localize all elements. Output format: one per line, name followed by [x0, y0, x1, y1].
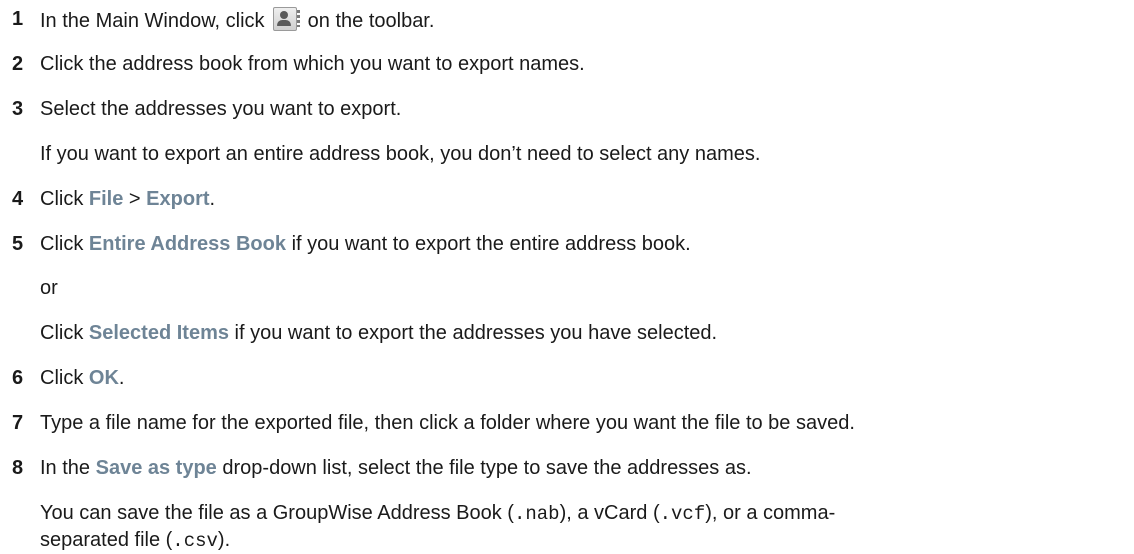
address-book-icon	[272, 7, 301, 31]
step-text: if you want to export the entire address…	[291, 233, 691, 255]
step-text: In the	[40, 457, 91, 479]
file-menu-label: File	[88, 188, 124, 210]
step-text: .	[209, 188, 216, 210]
step-text: on the toolbar.	[307, 10, 435, 32]
note-text: You can save the file as a GroupWise Add…	[40, 502, 514, 524]
step-number: 8	[12, 457, 24, 479]
note-text: ).	[217, 529, 231, 551]
step-text: In the Main Window, click	[40, 10, 265, 32]
note-text: ), or a comma-	[705, 502, 836, 524]
step-text: Type a file name for the exported file, …	[40, 412, 855, 434]
step-text: Click	[40, 233, 84, 255]
step-text: Click	[40, 188, 84, 210]
step-text: Click the address book from which you wa…	[40, 53, 585, 75]
selected-items-label: Selected Items	[88, 322, 229, 344]
step-number: 3	[12, 98, 24, 120]
step-text: if you want to export the addresses you …	[234, 322, 718, 344]
step-text: .	[118, 367, 125, 389]
step-number: 6	[12, 367, 24, 389]
export-menu-label: Export	[146, 188, 210, 210]
entire-address-book-label: Entire Address Book	[88, 233, 286, 255]
save-as-type-label: Save as type	[95, 457, 217, 479]
csv-extension: .csv	[172, 530, 218, 552]
step-number: 1	[12, 8, 24, 30]
step-text: Select the addresses you want to export.	[40, 98, 402, 120]
menu-separator: >	[128, 188, 141, 210]
step-number: 5	[12, 233, 24, 255]
step-note: If you want to export an entire address …	[40, 143, 761, 165]
step-number: 4	[12, 188, 24, 210]
note-text: ), a vCard (	[559, 502, 660, 524]
step-number: 7	[12, 412, 24, 434]
step-number: 2	[12, 53, 24, 75]
nab-extension: .nab	[513, 503, 560, 525]
instructions-document: 1 In the Main Window, click on the toolb…	[0, 0, 1134, 554]
step-text: Click	[40, 367, 84, 389]
note-text: separated file (	[40, 529, 173, 551]
or-text: or	[40, 277, 58, 299]
ok-button-label: OK	[88, 367, 119, 389]
step-text: Click	[40, 322, 84, 344]
step-text: drop-down list, select the file type to …	[222, 457, 752, 479]
vcf-extension: .vcf	[659, 503, 706, 525]
